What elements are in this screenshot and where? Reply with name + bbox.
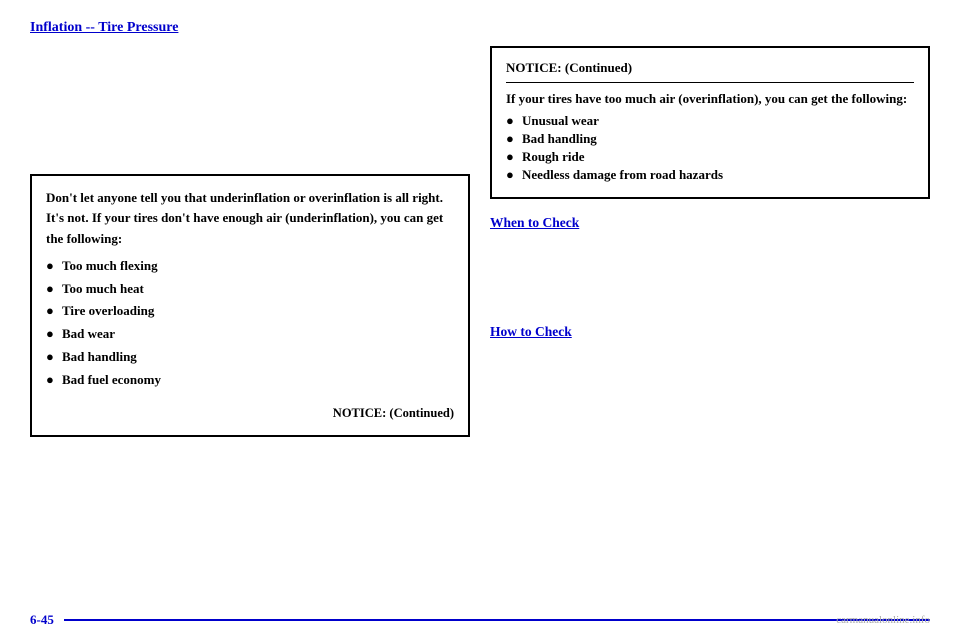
how-to-check-text <box>490 346 930 421</box>
when-to-check-text <box>490 237 930 312</box>
how-to-check-heading: How to Check <box>490 324 930 340</box>
bullet-bad-fuel-economy: Bad fuel economy <box>46 370 454 391</box>
left-column: Don't let anyone tell you that underinfl… <box>30 46 470 437</box>
main-content: Don't let anyone tell you that underinfl… <box>30 46 930 437</box>
page-number: 6-45 <box>30 612 54 628</box>
underinflation-bullet-list: Too much flexing Too much heat Tire over… <box>46 256 454 391</box>
bullet-tire-overloading: Tire overloading <box>46 301 454 322</box>
overinflation-bullet-list: Unusual wear Bad handling Rough ride Nee… <box>506 113 914 183</box>
right-notice-title: NOTICE: (Continued) <box>506 60 914 83</box>
when-to-check-heading: When to Check <box>490 215 930 231</box>
notice-box-body: Don't let anyone tell you that underinfl… <box>46 188 454 423</box>
bullet-needless-damage: Needless damage from road hazards <box>506 167 914 183</box>
bullet-too-much-heat: Too much heat <box>46 279 454 300</box>
watermark-logo: carmanualonline.info <box>836 614 930 626</box>
bullet-bad-handling: Bad handling <box>46 347 454 368</box>
footer-line <box>64 619 930 621</box>
bullet-rough-ride: Rough ride <box>506 149 914 165</box>
bullet-bad-wear: Bad wear <box>46 324 454 345</box>
underinflation-notice-box: Don't let anyone tell you that underinfl… <box>30 174 470 437</box>
notice-intro-text: Don't let anyone tell you that underinfl… <box>46 188 454 250</box>
overinflation-notice-box: NOTICE: (Continued) If your tires have t… <box>490 46 930 199</box>
right-column: NOTICE: (Continued) If your tires have t… <box>490 46 930 437</box>
page-footer: 6-45 <box>0 612 960 628</box>
left-body-text <box>30 46 470 159</box>
bullet-bad-handling: Bad handling <box>506 131 914 147</box>
bullet-too-much-flexing: Too much flexing <box>46 256 454 277</box>
page-title: Inflation -- Tire Pressure <box>30 20 930 36</box>
bullet-unusual-wear: Unusual wear <box>506 113 914 129</box>
notice-continued-label: NOTICE: (Continued) <box>46 403 454 423</box>
page-container: Inflation -- Tire Pressure Don't let any… <box>0 0 960 640</box>
right-notice-intro: If your tires have too much air (overinf… <box>506 91 914 107</box>
